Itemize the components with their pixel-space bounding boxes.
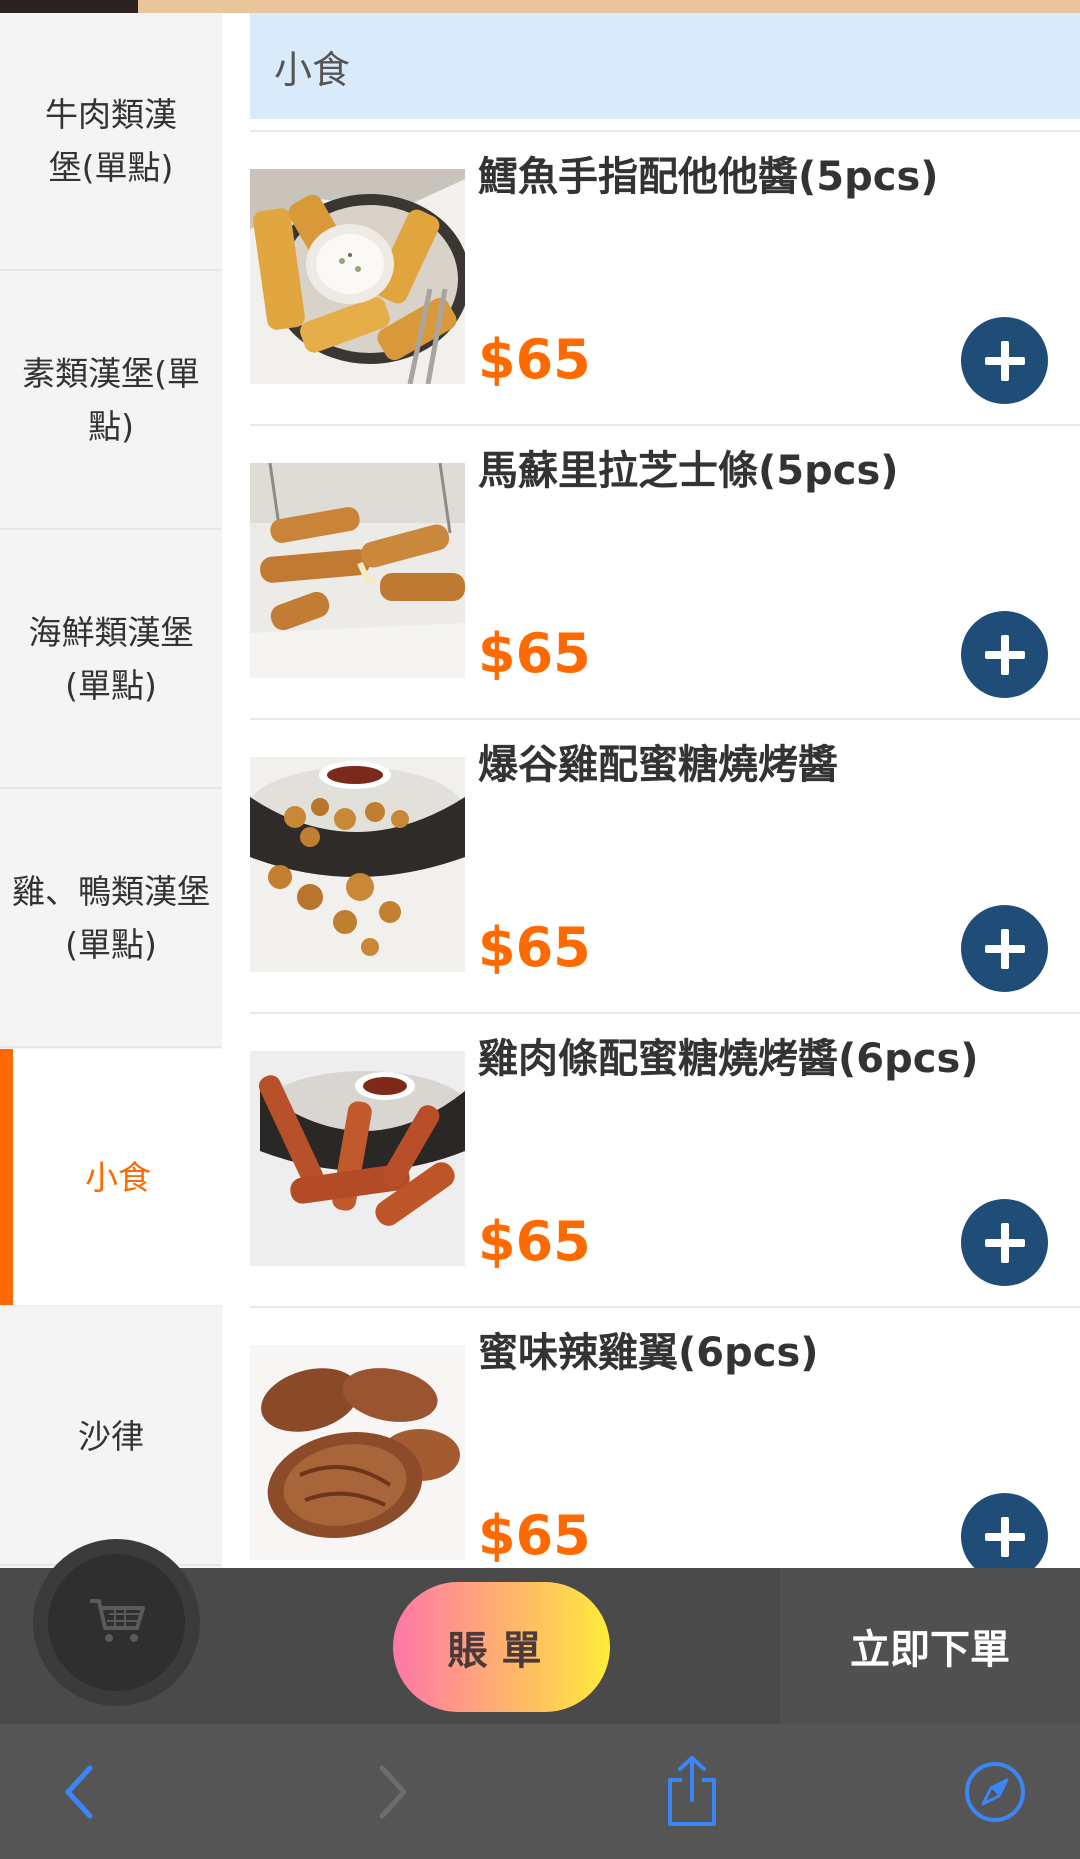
sidebar-item-label: 小食 xyxy=(85,1157,151,1197)
product-price: $65 xyxy=(478,1210,591,1273)
sidebar-item-label: 海鮮類漢堡(單點) xyxy=(28,613,194,705)
sidebar-item-label: 雞、鴨類漢堡(單點) xyxy=(12,872,210,964)
sidebar-item-label: 沙律 xyxy=(78,1416,144,1456)
bill-button-label: 賬單 xyxy=(447,1628,556,1674)
chicken-strips-photo xyxy=(250,1051,465,1266)
product-card[interactable]: 馬蘇里拉芝士條(5pcs) $65 xyxy=(250,426,1080,718)
sidebar-item-label: 牛肉類漢堡(單點) xyxy=(45,95,177,187)
product-name: 蜜味辣雞翼(6pcs) xyxy=(478,1330,819,1376)
shopping-cart-icon xyxy=(87,1596,147,1650)
compass-icon[interactable] xyxy=(955,1724,1035,1859)
product-price: $65 xyxy=(478,622,591,685)
product-name: 雞肉條配蜜糖燒烤醬(6pcs) xyxy=(478,1036,979,1082)
category-title: 小食 xyxy=(274,47,351,92)
product-name: 馬蘇里拉芝士條(5pcs) xyxy=(478,448,899,494)
sidebar-item-seafood-burgers[interactable]: 海鮮類漢堡(單點) xyxy=(0,531,222,789)
product-price: $65 xyxy=(478,1504,591,1567)
cart-button[interactable] xyxy=(48,1554,185,1691)
top-banner-strip xyxy=(0,0,1080,13)
sidebar-item-snacks[interactable]: 小食 xyxy=(0,1049,222,1307)
add-to-cart-button[interactable] xyxy=(961,1199,1048,1286)
product-card[interactable]: 鱈魚手指配他他醬(5pcs) $65 xyxy=(250,132,1080,424)
back-icon[interactable] xyxy=(40,1724,120,1859)
place-order-label: 立即下單 xyxy=(850,1627,1010,1673)
sidebar-item-beef-burgers[interactable]: 牛肉類漢堡(單點) xyxy=(0,13,222,271)
sidebar-item-veggie-burgers[interactable]: 素類漢堡(單點) xyxy=(0,272,222,530)
active-indicator xyxy=(0,1049,13,1305)
product-card[interactable]: 蜜味辣雞翼(6pcs) $65 xyxy=(250,1308,1080,1600)
category-header: 小食 xyxy=(250,13,1080,119)
add-to-cart-button[interactable] xyxy=(961,1493,1048,1580)
product-card[interactable]: 雞肉條配蜜糖燒烤醬(6pcs) $65 xyxy=(250,1014,1080,1306)
sidebar-item-chicken-duck-burgers[interactable]: 雞、鴨類漢堡(單點) xyxy=(0,790,222,1048)
place-order-button[interactable]: 立即下單 xyxy=(780,1568,1080,1724)
product-name: 爆谷雞配蜜糖燒烤醬 xyxy=(478,742,838,788)
category-sidebar: 牛肉類漢堡(單點) 素類漢堡(單點) 海鮮類漢堡(單點) 雞、鴨類漢堡(單點) … xyxy=(0,13,222,1568)
product-card[interactable]: 爆谷雞配蜜糖燒烤醬 $65 xyxy=(250,720,1080,1012)
browser-toolbar xyxy=(0,1724,1080,1859)
fish-fingers-photo xyxy=(250,169,465,384)
bill-button[interactable]: 賬單 xyxy=(393,1582,610,1712)
add-to-cart-button[interactable] xyxy=(961,317,1048,404)
mozzarella-sticks-photo xyxy=(250,463,465,678)
popcorn-chicken-photo xyxy=(250,757,465,972)
product-price: $65 xyxy=(478,916,591,979)
product-price: $65 xyxy=(478,328,591,391)
add-to-cart-button[interactable] xyxy=(961,611,1048,698)
sidebar-item-label: 素類漢堡(單點) xyxy=(22,354,200,446)
spicy-wings-photo xyxy=(250,1345,465,1560)
product-name: 鱈魚手指配他他醬(5pcs) xyxy=(478,154,939,200)
forward-icon[interactable] xyxy=(352,1724,432,1859)
add-to-cart-button[interactable] xyxy=(961,905,1048,992)
share-icon[interactable] xyxy=(652,1724,732,1859)
sidebar-item-salads[interactable]: 沙律 xyxy=(0,1308,222,1566)
